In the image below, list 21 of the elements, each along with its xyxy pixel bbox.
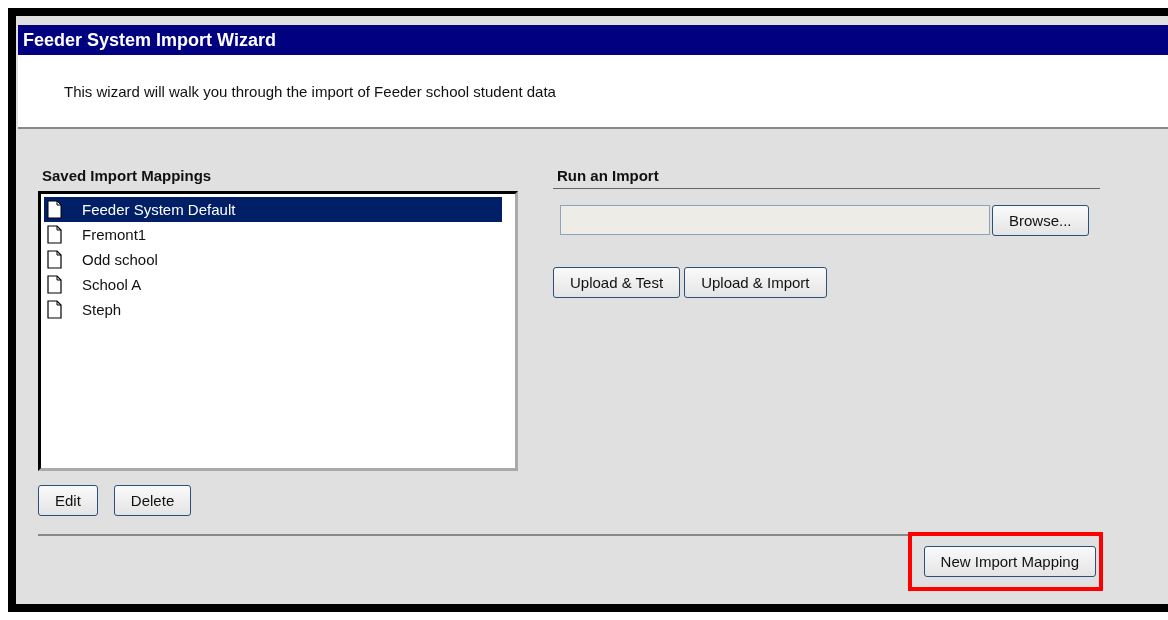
list-item[interactable]: Fremont1	[44, 222, 502, 247]
upload-test-button[interactable]: Upload & Test	[553, 267, 681, 298]
browse-button[interactable]: Browse...	[992, 205, 1089, 236]
intro-text: This wizard will walk you through the import of Feeder school student data	[64, 82, 556, 100]
delete-button[interactable]: Delete	[113, 485, 192, 516]
list-item[interactable]: Odd school	[44, 247, 502, 272]
document-icon	[47, 250, 62, 269]
document-icon	[47, 300, 62, 319]
list-item[interactable]: School A	[44, 272, 502, 297]
document-icon	[47, 275, 62, 294]
new-mapping-button[interactable]: New Import Mapping	[923, 546, 1096, 577]
section-heading: Run an Import	[556, 167, 660, 184]
document-icon	[47, 225, 62, 244]
window-title: Feeder System Import Wizard	[18, 25, 1168, 55]
upload-import-button[interactable]: Upload & Import	[684, 267, 827, 298]
list-item[interactable]: Steph	[44, 297, 502, 322]
edit-button[interactable]: Edit	[38, 485, 98, 516]
document-icon	[47, 200, 62, 219]
file-path-field[interactable]	[560, 205, 990, 235]
list-item[interactable]: Feeder System Default	[44, 197, 502, 222]
section-heading: Saved Import Mappings	[41, 167, 213, 184]
